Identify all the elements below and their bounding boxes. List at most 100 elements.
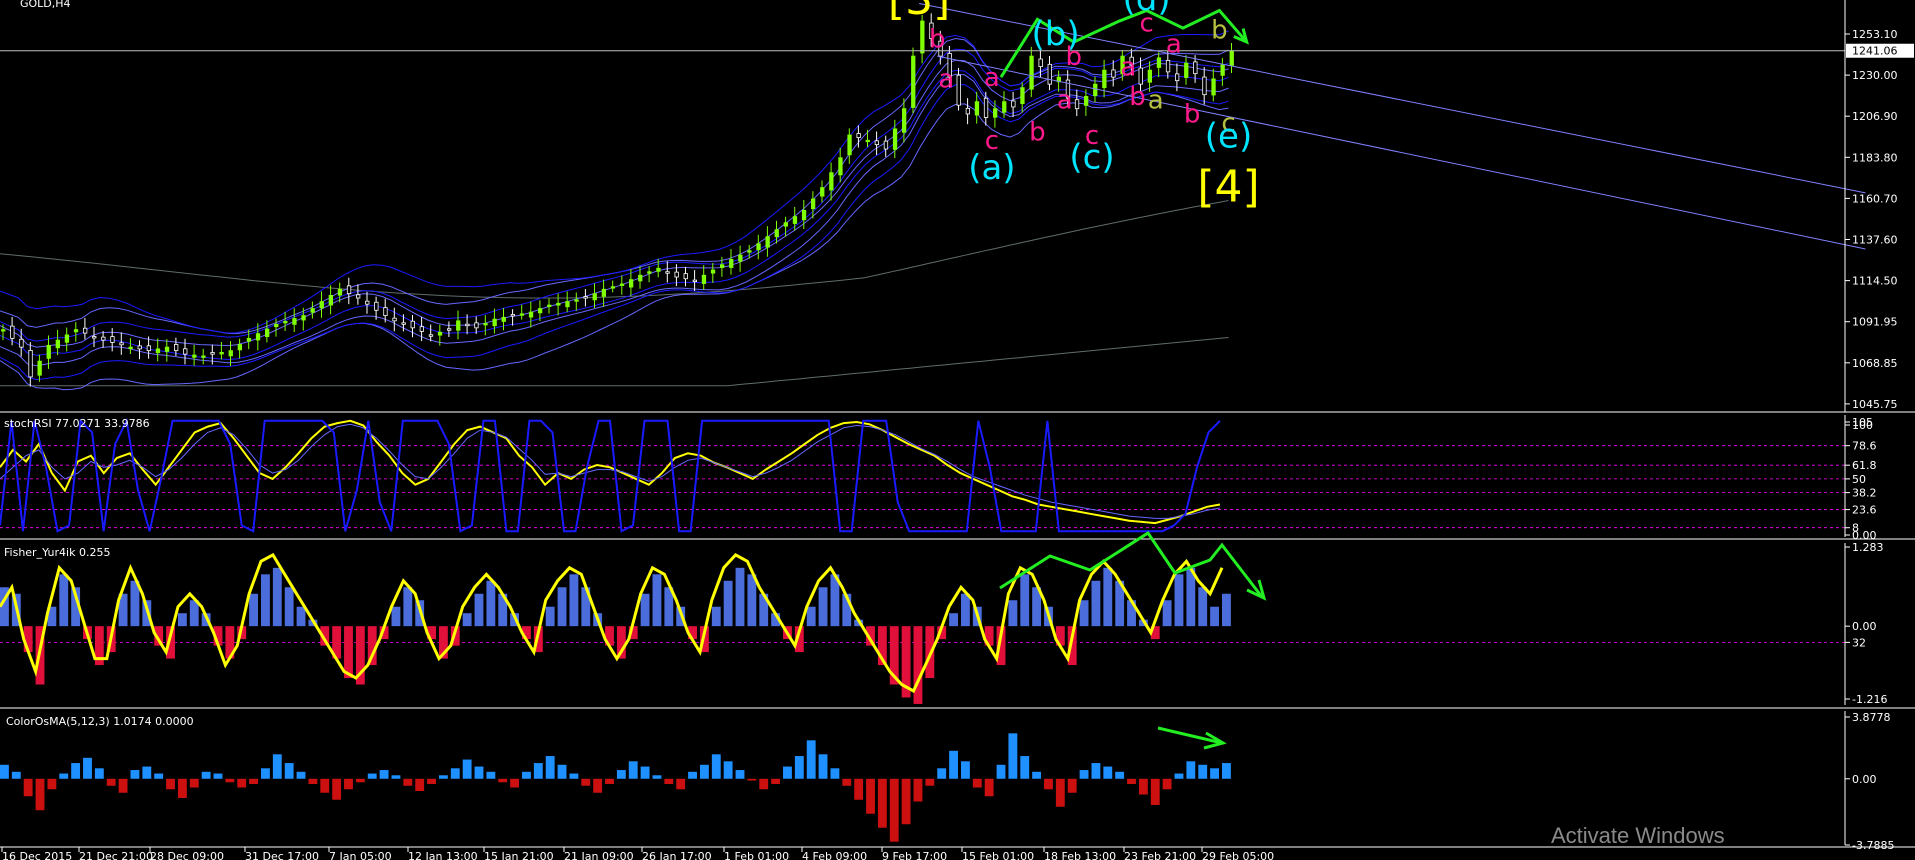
osma-histogram-bar [640, 766, 650, 779]
fisher-histogram-bar [474, 593, 484, 627]
osma-histogram-bar [201, 771, 211, 779]
candle-body [492, 318, 497, 327]
fisher-histogram-bar [735, 567, 745, 627]
osma-histogram-bar [498, 778, 508, 783]
candle-body [292, 318, 297, 325]
candle-body [519, 313, 525, 316]
fisher-histogram-bar [569, 574, 579, 627]
time-tick-label: 29 Feb 05:00 [1202, 850, 1274, 860]
candle-body [365, 300, 370, 305]
candle-body [556, 302, 561, 306]
osma-histogram-bar [1091, 763, 1101, 779]
candle-body [547, 304, 552, 307]
candle-body [219, 351, 224, 355]
fisher-histogram-bar [1103, 567, 1113, 627]
candle-body [346, 285, 352, 295]
osma-histogram-bar [545, 756, 555, 779]
time-tick-label: 28 Dec 09:00 [150, 850, 224, 860]
candle-body [1147, 69, 1152, 83]
osma-histogram-bar [415, 778, 425, 792]
elliott-wave-label: (c) [1069, 137, 1114, 177]
candle-body [1111, 69, 1116, 78]
osma-histogram-bar [118, 778, 128, 793]
candle-body [1, 329, 6, 332]
candle-body [638, 274, 643, 282]
candle-body [765, 236, 770, 248]
current-price-label: 1241.06 [1852, 45, 1898, 58]
elliott-wave-label: b [1211, 16, 1228, 46]
elliott-wave-label: a [1166, 30, 1182, 60]
candle-body [183, 348, 188, 355]
osma-histogram-bar [593, 778, 603, 793]
osma-histogram-bar [1079, 770, 1089, 779]
osma-histogram-bar [605, 778, 614, 785]
candle-body [774, 229, 779, 238]
time-tick-label: 12 Jan 13:00 [408, 850, 478, 860]
candle-body [401, 322, 406, 325]
time-tick-label: 15 Feb 01:00 [962, 850, 1034, 860]
candle-body [656, 267, 661, 272]
osma-histogram-bar [794, 756, 804, 779]
osma-histogram-bar [996, 764, 1006, 779]
candle-body [274, 323, 279, 328]
chart-canvas[interactable]: [3]baac(a)b(b)bac(c)a(d)cababbc(e)[4]125… [0, 0, 1915, 860]
candle-body [201, 355, 206, 358]
osma-histogram-bar [877, 778, 887, 828]
osma-histogram-bar [130, 770, 140, 779]
osma-histogram-bar [569, 773, 579, 779]
candle-body [137, 345, 142, 350]
fisher-histogram-bar [723, 580, 733, 627]
candle-body [756, 243, 761, 251]
fisher-histogram-bar [403, 587, 413, 627]
osma-histogram-bar [830, 768, 840, 779]
osma-histogram-bar [1222, 763, 1231, 779]
candle-body [228, 350, 233, 357]
osma-histogram-bar [1174, 773, 1184, 779]
osma-histogram-bar [177, 778, 187, 799]
candle-body [337, 288, 343, 296]
time-tick-label: 15 Jan 21:00 [484, 850, 554, 860]
candle-body [1093, 83, 1098, 97]
osma-histogram-bar [438, 775, 448, 779]
candle-body [428, 334, 434, 337]
axis-tick-label: 1068.85 [1852, 357, 1898, 370]
elliott-wave-label: a [1120, 52, 1136, 82]
candle-body [164, 346, 170, 352]
osma-histogram-bar [296, 771, 306, 779]
osma-histogram-bar [1008, 733, 1018, 779]
osma-histogram-bar [972, 778, 982, 788]
osma-histogram-bar [1186, 761, 1196, 779]
osma-histogram-bar [474, 766, 484, 779]
axis-tick-label: 23.6 [1852, 504, 1877, 517]
osma-histogram-bar [759, 778, 769, 790]
osma-histogram-bar [925, 778, 935, 786]
candle-body [310, 308, 315, 313]
osma-histogram-bar [664, 778, 674, 785]
candle-body [465, 323, 470, 327]
candle-body [902, 108, 907, 133]
candle-body [829, 172, 834, 191]
candle-body [811, 198, 816, 210]
fisher-histogram-bar [960, 593, 970, 627]
candle-body [847, 134, 852, 156]
osma-histogram-bar [450, 768, 460, 779]
candle-body [456, 320, 461, 331]
candle-body [783, 222, 788, 227]
axis-tick-label: 100 [1852, 419, 1873, 432]
fisher-header: Fisher_Yur4ik 0.255 [4, 546, 110, 559]
osma-histogram-bar [1020, 756, 1030, 779]
osma-histogram-bar [699, 764, 709, 779]
fisher-histogram-bar [296, 606, 306, 627]
candle-body [1084, 96, 1089, 106]
candle-body [792, 216, 798, 224]
candle-body [319, 301, 324, 309]
candle-body [1002, 101, 1007, 113]
candle-body [1193, 61, 1198, 75]
candle-body [255, 333, 261, 341]
osma-histogram-bar [960, 761, 970, 779]
candle-body [1038, 58, 1043, 68]
osma-histogram-bar [937, 768, 947, 779]
time-tick-label: 23 Feb 21:00 [1124, 850, 1196, 860]
fisher-histogram-bar [1198, 587, 1208, 627]
osma-histogram-bar [142, 766, 152, 779]
